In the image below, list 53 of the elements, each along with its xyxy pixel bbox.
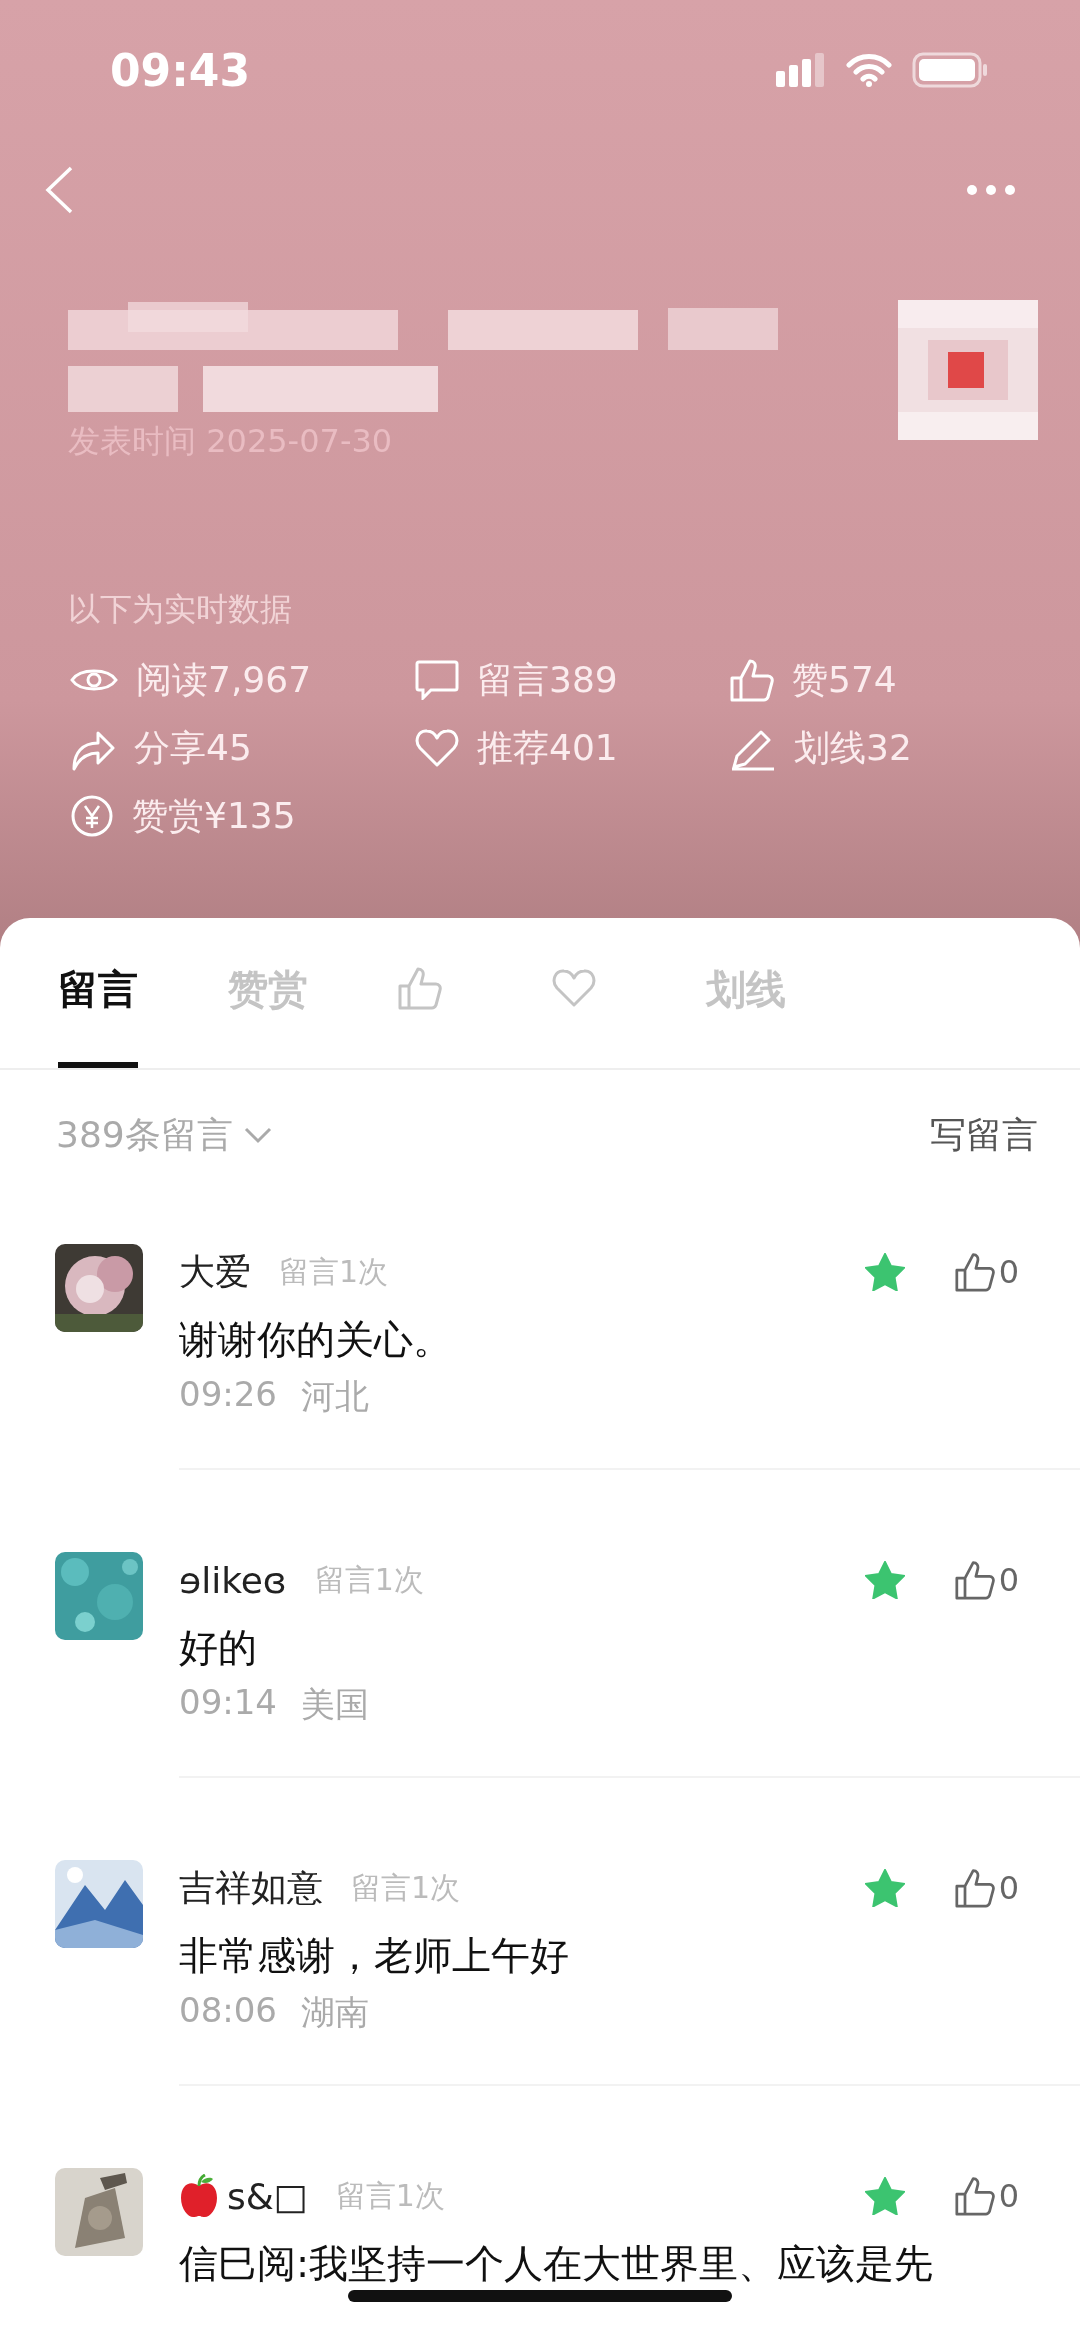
back-icon[interactable] (44, 166, 74, 214)
thumbs-up-icon[interactable] (954, 2176, 995, 2216)
more-icon[interactable] (966, 184, 1016, 196)
commenter-name[interactable]: s&□ (227, 2175, 308, 2217)
comment-time: 08:06 (179, 1990, 277, 2032)
status-time: 09:43 (110, 44, 251, 96)
comment-text: 非常感谢，老师上午好 (179, 1932, 570, 1980)
comment-count: 留言1次 (314, 1560, 424, 1599)
comment-count: 留言1次 (335, 2176, 445, 2215)
yuan-coin-icon (70, 794, 114, 838)
wifi-icon (846, 53, 892, 87)
comment-location: 湖南 (301, 1991, 369, 2034)
comment-text: 谢谢你的关心。 (179, 1316, 453, 1364)
star-icon[interactable] (864, 1869, 905, 1907)
write-comment-link[interactable]: 写留言 (930, 1110, 1038, 1160)
thumbs-up-icon (398, 965, 442, 1010)
comment-time: 09:14 (179, 1682, 277, 1724)
commenter-name[interactable]: 大爱 (179, 1247, 251, 1297)
stat-label: 赞赏¥135 (132, 793, 296, 838)
heart-icon (552, 967, 596, 1008)
thumbs-up-icon[interactable] (954, 1252, 995, 1292)
star-icon[interactable] (864, 1561, 905, 1599)
comment-icon (415, 660, 459, 700)
heart-icon (415, 728, 459, 768)
realtime-label: 以下为实时数据 (68, 589, 293, 630)
star-icon[interactable] (864, 2177, 905, 2215)
comment-time: 09:26 (179, 1374, 277, 1416)
stat-label: 推荐401 (477, 725, 618, 770)
thumbs-up-icon[interactable] (954, 1868, 995, 1908)
stat-label: 赞574 (792, 657, 897, 702)
comment-text: 好的 (179, 1624, 258, 1672)
commenter-name[interactable]: ɘlikeɞ (179, 1559, 287, 1601)
comment-location: 美国 (301, 1683, 369, 1726)
thumbs-up-icon (730, 658, 774, 702)
stat-label: 分享45 (134, 725, 252, 770)
stat-label: 阅读7,967 (136, 657, 312, 702)
comment-count: 留言1次 (279, 1252, 389, 1291)
comment-count: 留言1次 (351, 1868, 461, 1907)
like-count: 0 (998, 2177, 1019, 2215)
like-count: 0 (998, 1253, 1019, 1291)
thumbs-up-icon[interactable] (954, 1560, 995, 1600)
like-count: 0 (998, 1869, 1019, 1907)
stat-label: 划线32 (794, 725, 912, 770)
stat-label: 留言389 (477, 657, 618, 702)
chevron-down-icon (242, 1126, 273, 1144)
signal-icon (776, 53, 826, 87)
battery-icon (912, 52, 988, 88)
tab[interactable]: 留言 (58, 962, 138, 1068)
comment-text: 信巳阅:我坚持一个人在大世界里、应该是先 (179, 2240, 935, 2288)
star-icon[interactable] (864, 1253, 905, 1291)
commenter-name[interactable]: 吉祥如意 (179, 1863, 323, 1913)
comment-location: 河北 (301, 1375, 369, 1418)
like-count: 0 (998, 1561, 1019, 1599)
